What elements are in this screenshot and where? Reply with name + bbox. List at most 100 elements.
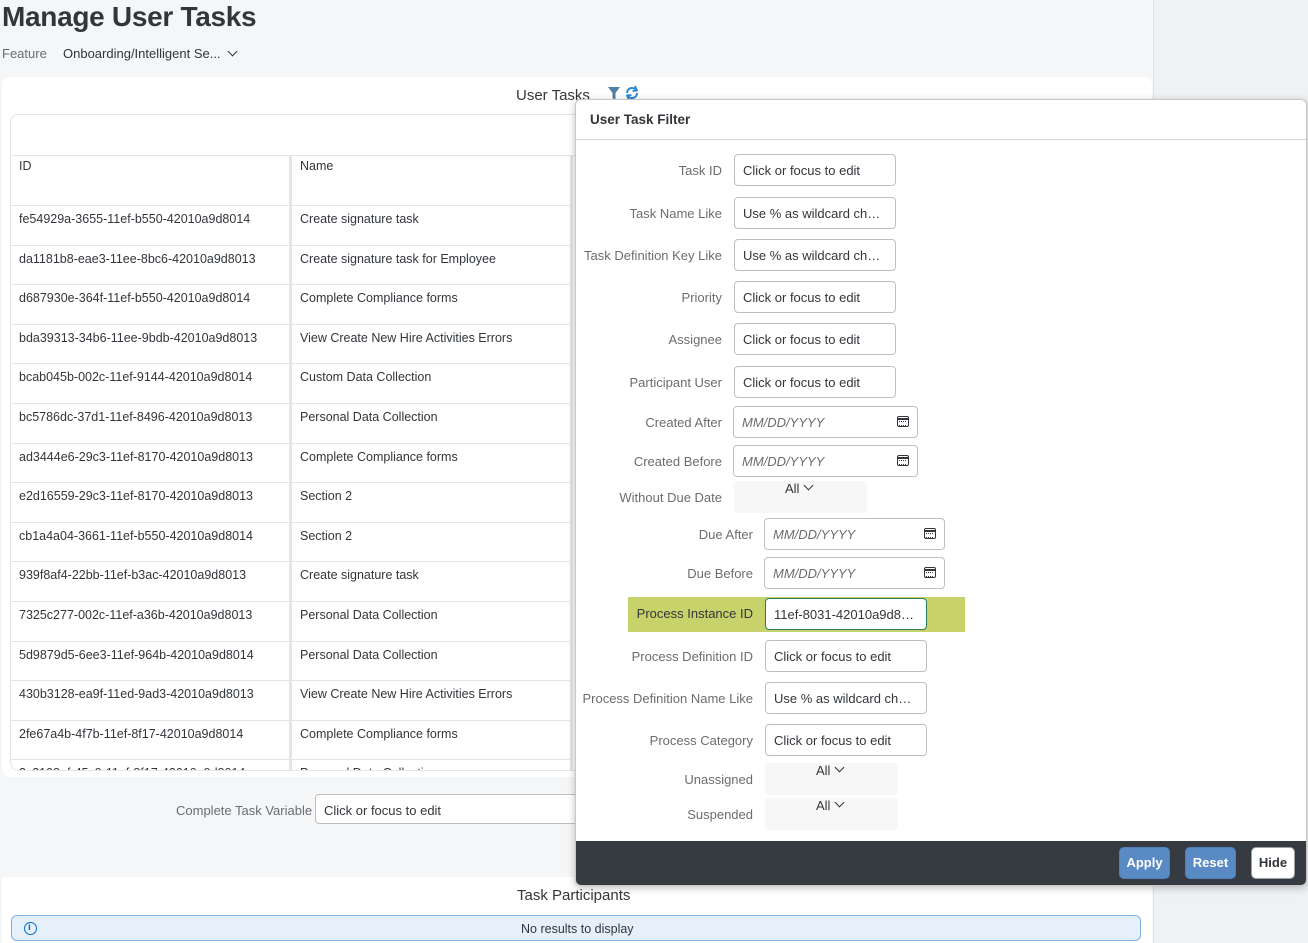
table-row[interactable]: e2d16559-29c3-11ef-8170-42010a9d8013 Sect… [11,482,573,523]
reset-button[interactable]: Reset [1185,847,1236,879]
table-row[interactable]: 2fe67a4b-4f7b-11ef-8f17-42010a9d8014 Comp… [11,720,573,761]
chevron-down-icon [804,480,814,491]
process-definition-id-label: Process Definition ID [631,649,753,664]
hide-button[interactable]: Hide [1251,847,1295,879]
created-before-placeholder: MM/DD/YYYY [742,454,825,469]
due-after-input[interactable]: MM/DD/YYYY [764,518,945,550]
task-id-cell: bcab045b-002c-11ef-9144-42010a9d8014 [11,363,292,404]
chevron-down-icon [227,46,238,57]
task-name-cell: Complete Compliance forms [290,443,573,484]
unassigned-label: Unassigned [684,772,753,787]
table-row[interactable]: 5d9879d5-6ee3-11ef-964b-42010a9d8014 Pers… [11,641,573,682]
table-row[interactable]: bda39313-34b6-11ee-9bdb-42010a9d8013 View… [11,324,573,365]
without-due-date-select[interactable]: All [734,480,867,513]
task-name-cell: Complete Compliance forms [290,720,573,761]
task-participants-title: Task Participants [517,887,631,904]
task-id-cell: bc5786dc-37d1-11ef-8496-42010a9d8013 [11,403,292,444]
apply-button[interactable]: Apply [1119,847,1170,879]
priority-input[interactable]: Click or focus to edit [734,281,896,313]
task-name-cell: Personal Data Collection [290,641,573,682]
task-name-cell: Personal Data Collection [290,759,573,770]
table-row[interactable]: 430b3128-ea9f-11ed-9ad3-42010a9d8013 View… [11,680,573,721]
due-after-placeholder: MM/DD/YYYY [773,527,856,542]
process-instance-id-label: Process Instance ID [636,606,753,621]
suspended-value: All [816,798,831,813]
task-name-cell: Section 2 [290,522,573,563]
chevron-down-icon [835,762,845,773]
assignee-label: Assignee [668,332,722,347]
created-before-input[interactable]: MM/DD/YYYY [733,445,918,477]
process-definition-name-like-label: Process Definition Name Like [582,691,753,706]
info-icon [24,922,37,935]
task-id-cell: 939f8af4-22bb-11ef-b3ac-42010a9d8013 [11,561,292,602]
task-name-cell: Create signature task [290,561,573,602]
created-after-label: Created After [645,415,722,430]
task-participants-panel: Task Participants No results to display [2,877,1152,943]
task-definition-key-like-label: Task Definition Key Like [583,248,722,263]
table-row[interactable]: cb1a4a04-3661-11ef-b550-42010a9d8014 Sect… [11,522,573,563]
task-name-cell: Create signature task [290,205,573,246]
table-row[interactable]: da1181b8-eae3-11ee-8bc6-42010a9d8013 Crea… [11,245,573,286]
dialog-footer: Apply Reset Hide [576,841,1306,885]
table-row[interactable]: bcab045b-002c-11ef-9144-42010a9d8014 Cust… [11,363,573,404]
unassigned-value: All [816,763,831,778]
process-definition-id-input[interactable]: Click or focus to edit [765,640,927,672]
task-name-cell: Complete Compliance forms [290,284,573,325]
table-row[interactable]: bc5786dc-37d1-11ef-8496-42010a9d8013 Pers… [11,403,573,444]
task-id-cell: 7325c277-002c-11ef-a36b-42010a9d8013 [11,601,292,642]
calendar-icon[interactable] [897,416,909,427]
participant-user-label: Participant User [629,375,722,390]
calendar-icon[interactable] [924,567,936,578]
created-after-input[interactable]: MM/DD/YYYY [733,406,918,438]
assignee-input[interactable]: Click or focus to edit [734,323,896,355]
table-header-row: ID Name [11,156,573,206]
due-before-placeholder: MM/DD/YYYY [773,566,856,581]
task-name-like-input[interactable]: Use % as wildcard char... [734,197,896,229]
feature-row: Feature Onboarding/Intelligent Se... [2,46,238,61]
task-name-cell: View Create New Hire Activities Errors [290,324,573,365]
task-id-cell: 5d9879d5-6ee3-11ef-964b-42010a9d8014 [11,641,292,682]
process-category-input[interactable]: Click or focus to edit [765,724,927,756]
task-id-cell: ad3444e6-29c3-11ef-8170-42010a9d8013 [11,443,292,484]
task-id-cell: da1181b8-eae3-11ee-8bc6-42010a9d8013 [11,245,292,286]
complete-task-variable-label: Complete Task Variable [176,803,313,818]
created-before-label: Created Before [633,454,722,469]
calendar-icon[interactable] [924,528,936,539]
table-row[interactable]: 2c2108ef-45c9-11ef-8f17-42010a9d8014Pers… [11,759,573,770]
due-before-input[interactable]: MM/DD/YYYY [764,557,945,589]
task-name-cell: Section 2 [290,482,573,523]
task-name-like-label: Task Name Like [629,206,722,221]
table-row[interactable]: fe54929a-3655-11ef-b550-42010a9d8014 Crea… [11,205,573,246]
participant-user-input[interactable]: Click or focus to edit [734,366,896,398]
task-id-cell: cb1a4a04-3661-11ef-b550-42010a9d8014 [11,522,292,563]
table-row[interactable]: d687930e-364f-11ef-b550-42010a9d8014 Comp… [11,284,573,325]
task-id-cell: bda39313-34b6-11ee-9bdb-42010a9d8013 [11,324,292,365]
feature-select[interactable]: Onboarding/Intelligent Se... [63,46,238,61]
due-after-label: Due After [698,527,753,542]
task-definition-key-like-input[interactable]: Use % as wildcard char... [734,239,896,271]
without-due-date-value: All [785,481,800,496]
suspended-label: Suspended [687,807,753,822]
no-results-text: No results to display [521,922,634,936]
feature-value: Onboarding/Intelligent Se... [63,46,221,61]
table-row[interactable]: ad3444e6-29c3-11ef-8170-42010a9d8013 Comp… [11,443,573,484]
no-results-message: No results to display [11,915,1141,941]
task-id-input[interactable]: Click or focus to edit [734,154,896,186]
process-category-label: Process Category [649,733,753,748]
calendar-icon[interactable] [897,455,909,466]
column-header-id[interactable]: ID [11,156,292,206]
task-id-cell: 2c2108ef-45c9-11ef-8f17-42010a9d8014 [11,759,292,770]
table-row[interactable]: 7325c277-002c-11ef-a36b-42010a9d8013 Pers… [11,601,573,642]
dialog-divider [576,139,1306,140]
without-due-date-label: Without Due Date [619,490,722,505]
task-name-cell: Create signature task for Employee [290,245,573,286]
column-header-name[interactable]: Name [290,156,573,206]
complete-task-variable-input[interactable]: Click or focus to edit [315,794,615,824]
process-definition-name-like-input[interactable]: Use % as wildcard char... [765,682,927,714]
process-instance-id-input[interactable]: 11ef-8031-42010a9d803c [765,598,927,630]
table-row[interactable]: 939f8af4-22bb-11ef-b3ac-42010a9d8013 Crea… [11,561,573,602]
task-id-cell: 430b3128-ea9f-11ed-9ad3-42010a9d8013 [11,680,292,721]
chevron-down-icon [835,797,845,808]
unassigned-select[interactable]: All [765,762,898,795]
suspended-select[interactable]: All [765,797,898,830]
